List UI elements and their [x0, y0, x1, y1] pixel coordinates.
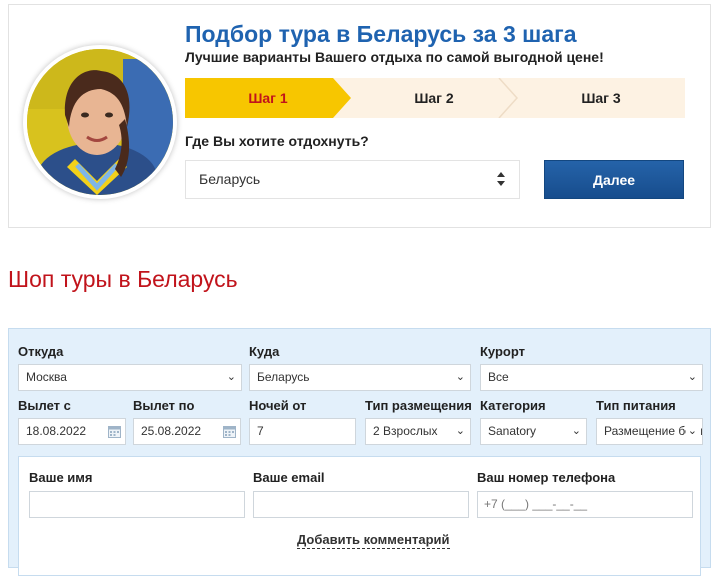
resort-select[interactable]: Все ⌄ — [480, 364, 703, 391]
chevron-down-icon: ⌄ — [571, 425, 581, 437]
tour-search-form: Откуда Москва ⌄ Куда Беларусь ⌄ Курорт В… — [8, 328, 711, 576]
depart-to-value: 25.08.2022 — [141, 424, 202, 438]
contact-panel: Ваше имя Ваше email Ваш номер телефона +… — [18, 456, 701, 576]
wizard-title: Подбор тура в Беларусь за 3 шага — [185, 21, 577, 47]
phone-input[interactable]: +7 (___) ___-__-__ — [477, 491, 693, 518]
destination-select[interactable]: Беларусь — [185, 160, 520, 199]
from-label: Откуда — [18, 344, 64, 359]
chevron-down-icon: ⌄ — [226, 371, 236, 383]
step-2[interactable]: Шаг 2 — [351, 78, 517, 118]
email-input[interactable] — [253, 491, 469, 518]
chevron-down-icon: ⌄ — [455, 425, 465, 437]
email-label: Ваше email — [253, 470, 325, 485]
chevron-down-icon: ⌄ — [455, 371, 465, 383]
calendar-icon[interactable] — [223, 425, 236, 438]
accommodation-label: Тип размещения — [365, 398, 472, 413]
to-value: Беларусь — [257, 370, 310, 384]
destination-question: Где Вы хотите отдохнуть? — [185, 133, 369, 149]
accommodation-value: 2 Взрослых — [373, 424, 438, 438]
chevron-down-icon: ⌄ — [687, 371, 697, 383]
chevron-down-icon: ⌄ — [685, 419, 697, 444]
meal-label: Тип питания — [596, 398, 676, 413]
calendar-icon[interactable] — [108, 425, 121, 438]
depart-to-label: Вылет по — [133, 398, 195, 413]
select-arrows-icon — [497, 161, 505, 214]
resort-value: Все — [488, 370, 509, 384]
to-select[interactable]: Беларусь ⌄ — [249, 364, 471, 391]
meal-select[interactable]: Размещение без питания ⌄ — [596, 418, 703, 445]
step-3[interactable]: Шаг 3 — [517, 78, 685, 118]
next-button[interactable]: Далее — [544, 160, 684, 199]
nights-label: Ночей от — [249, 398, 307, 413]
category-value: Sanatory — [488, 424, 537, 438]
destination-value: Беларусь — [199, 171, 261, 187]
resort-label: Курорт — [480, 344, 526, 359]
from-value: Москва — [26, 370, 67, 384]
accommodation-select[interactable]: 2 Взрослых ⌄ — [365, 418, 471, 445]
phone-label: Ваш номер телефона — [477, 470, 616, 485]
depart-from-input[interactable]: 18.08.2022 — [18, 418, 126, 445]
manager-avatar — [23, 45, 177, 199]
depart-to-input[interactable]: 25.08.2022 — [133, 418, 241, 445]
depart-from-value: 18.08.2022 — [26, 424, 87, 438]
category-select[interactable]: Sanatory ⌄ — [480, 418, 587, 445]
name-label: Ваше имя — [29, 470, 93, 485]
nights-value: 7 — [257, 424, 264, 438]
from-select[interactable]: Москва ⌄ — [18, 364, 242, 391]
step-1[interactable]: Шаг 1 — [185, 78, 351, 118]
page-title: Шоп туры в Беларусь — [8, 266, 238, 292]
wizard-subtitle: Лучшие варианты Вашего отдыха по самой в… — [185, 49, 604, 65]
name-input[interactable] — [29, 491, 245, 518]
depart-from-label: Вылет с — [18, 398, 71, 413]
add-comment-link[interactable]: Добавить комментарий — [297, 532, 450, 549]
to-label: Куда — [249, 344, 280, 359]
manager-photo — [27, 49, 173, 195]
nights-input[interactable]: 7 — [249, 418, 356, 445]
tour-wizard: Подбор тура в Беларусь за 3 шага Лучшие … — [8, 4, 711, 228]
wizard-steps: Шаг 1 Шаг 2 Шаг 3 — [185, 78, 685, 118]
category-label: Категория — [480, 398, 546, 413]
